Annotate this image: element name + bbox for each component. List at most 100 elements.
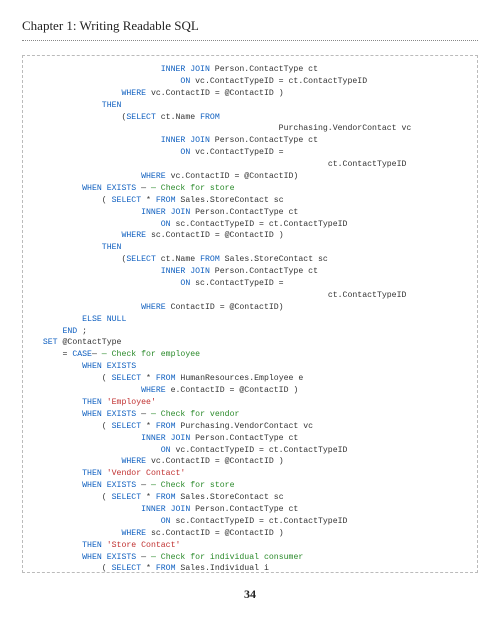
text-token: Person.ContactType ct — [190, 208, 298, 217]
keyword-token: WHERE — [121, 529, 146, 538]
code-line: ( SELECT * FROM Purchasing.VendorContact… — [33, 421, 471, 433]
text-token: sc.ContactID = @ContactID ) — [146, 231, 284, 240]
keyword-token: FROM — [156, 564, 176, 573]
page: Chapter 1: Writing Readable SQL INNER JO… — [0, 0, 500, 617]
text-token: * — [141, 564, 156, 573]
text-token: vc.ContactTypeID = ct.ContactTypeID — [190, 77, 367, 86]
text-token: * — [141, 374, 156, 383]
code-line: WHERE vc.ContactID = @ContactID) — [33, 171, 471, 183]
code-line: WHEN EXISTS — — Check for vendor — [33, 409, 471, 421]
text-token: * — [141, 493, 156, 502]
keyword-token: SET — [43, 338, 58, 347]
keyword-token: THEN — [82, 398, 102, 407]
text-token: Purchasing.VendorContact vc — [176, 422, 314, 431]
keyword-token: ON — [180, 77, 190, 86]
code-line: ct.ContactTypeID — [33, 159, 471, 171]
text-token: Person.ContactType ct — [190, 434, 298, 443]
text-token: * — [141, 422, 156, 431]
keyword-token: SELECT — [112, 196, 141, 205]
keyword-token: WHERE — [141, 303, 166, 312]
text-token: vc.ContactID = @ContactID) — [166, 172, 299, 181]
keyword-token: SELECT — [112, 493, 141, 502]
keyword-token: FROM — [156, 196, 176, 205]
text-token: sc.ContactTypeID = ct.ContactTypeID — [171, 220, 348, 229]
keyword-token: THEN — [102, 101, 122, 110]
keyword-token: SELECT — [126, 255, 155, 264]
code-line: INNER JOIN Person.ContactType ct — [33, 433, 471, 445]
text-token: ( — [102, 422, 112, 431]
code-line: ON vc.ContactTypeID = — [33, 147, 471, 159]
code-line: = CASE— — Check for employee — [33, 349, 471, 361]
code-line: WHEN EXISTS — — Check for store — [33, 480, 471, 492]
text-token: * — [141, 196, 156, 205]
keyword-token: FROM — [156, 422, 176, 431]
keyword-token: SELECT — [126, 113, 155, 122]
code-line: WHERE sc.ContactID = @ContactID ) — [33, 230, 471, 242]
code-line: INNER JOIN Person.ContactType ct — [33, 135, 471, 147]
comment-token: — Check for vendor — [151, 410, 239, 419]
code-line: WHERE vc.ContactID = @ContactID ) — [33, 456, 471, 468]
text-token: Sales.StoreContact sc — [220, 255, 328, 264]
code-line: WHERE ContactID = @ContactID) — [33, 302, 471, 314]
page-number: 34 — [22, 587, 478, 602]
code-line: ELSE NULL — [33, 314, 471, 326]
keyword-token: SELECT — [112, 374, 141, 383]
keyword-token: INNER JOIN — [161, 267, 210, 276]
keyword-token: FROM — [200, 255, 220, 264]
keyword-token: WHEN — [82, 362, 102, 371]
text-token: = — [62, 350, 72, 359]
text-token: sc.ContactTypeID = — [190, 279, 283, 288]
text-token: ct.ContactTypeID — [328, 160, 407, 169]
text-token: vc.ContactTypeID = ct.ContactTypeID — [171, 446, 348, 455]
keyword-token: INNER JOIN — [161, 65, 210, 74]
code-line: ( SELECT * FROM HumanResources.Employee … — [33, 373, 471, 385]
text-token: Sales.StoreContact sc — [176, 196, 284, 205]
comment-token: — Check for store — [151, 481, 235, 490]
text-token: ; — [77, 327, 87, 336]
code-line: THEN 'Vendor Contact' — [33, 468, 471, 480]
text-token: ( — [102, 493, 112, 502]
keyword-token: ELSE — [82, 315, 102, 324]
code-line: ON sc.ContactTypeID = ct.ContactTypeID — [33, 219, 471, 231]
text-token: vc.ContactID = @ContactID ) — [146, 89, 284, 98]
keyword-token: THEN — [82, 469, 102, 478]
keyword-token: WHERE — [121, 89, 146, 98]
code-line: ON sc.ContactTypeID = ct.ContactTypeID — [33, 516, 471, 528]
keyword-token: CASE — [72, 350, 92, 359]
code-line: WHERE sc.ContactID = @ContactID ) — [33, 528, 471, 540]
title-divider — [22, 40, 478, 41]
text-token: Person.ContactType ct — [210, 65, 318, 74]
text-token: vc.ContactID = @ContactID ) — [146, 457, 284, 466]
code-line: ON vc.ContactTypeID = ct.ContactTypeID — [33, 76, 471, 88]
string-token: 'Store Contact' — [107, 541, 181, 550]
text-token: Person.ContactType ct — [210, 136, 318, 145]
keyword-token: ON — [161, 517, 171, 526]
keyword-token: SELECT — [112, 564, 141, 573]
keyword-token: WHERE — [121, 457, 146, 466]
comment-token: — Check for store — [151, 184, 235, 193]
text-token: Sales.StoreContact sc — [176, 493, 284, 502]
comment-token: — Check for individual consumer — [151, 553, 303, 562]
keyword-token: INNER JOIN — [161, 136, 210, 145]
text-token: — — [136, 184, 151, 193]
code-line: THEN 'Employee' — [33, 397, 471, 409]
code-line: ( SELECT * FROM Sales.StoreContact sc — [33, 195, 471, 207]
code-line: WHEN EXISTS — — Check for store — [33, 183, 471, 195]
keyword-token: FROM — [156, 493, 176, 502]
text-token: — — [136, 553, 151, 562]
text-token: Purchasing.VendorContact vc — [279, 124, 412, 133]
keyword-token: FROM — [200, 113, 220, 122]
keyword-token: WHERE — [121, 231, 146, 240]
text-token: Person.ContactType ct — [190, 505, 298, 514]
text-token: Sales.Individual i — [176, 564, 269, 573]
keyword-token: THEN — [102, 243, 122, 252]
keyword-token: WHERE — [141, 386, 166, 395]
code-line: END ; — [33, 326, 471, 338]
code-block: INNER JOIN Person.ContactType ct ON vc.C… — [22, 55, 478, 573]
code-line: ON vc.ContactTypeID = ct.ContactTypeID — [33, 445, 471, 457]
code-line: (SELECT ct.Name FROM — [33, 112, 471, 124]
keyword-token: INNER JOIN — [141, 208, 190, 217]
text-token: @ContactType — [58, 338, 122, 347]
keyword-token: INNER JOIN — [141, 505, 190, 514]
text-token: vc.ContactTypeID = — [190, 148, 283, 157]
